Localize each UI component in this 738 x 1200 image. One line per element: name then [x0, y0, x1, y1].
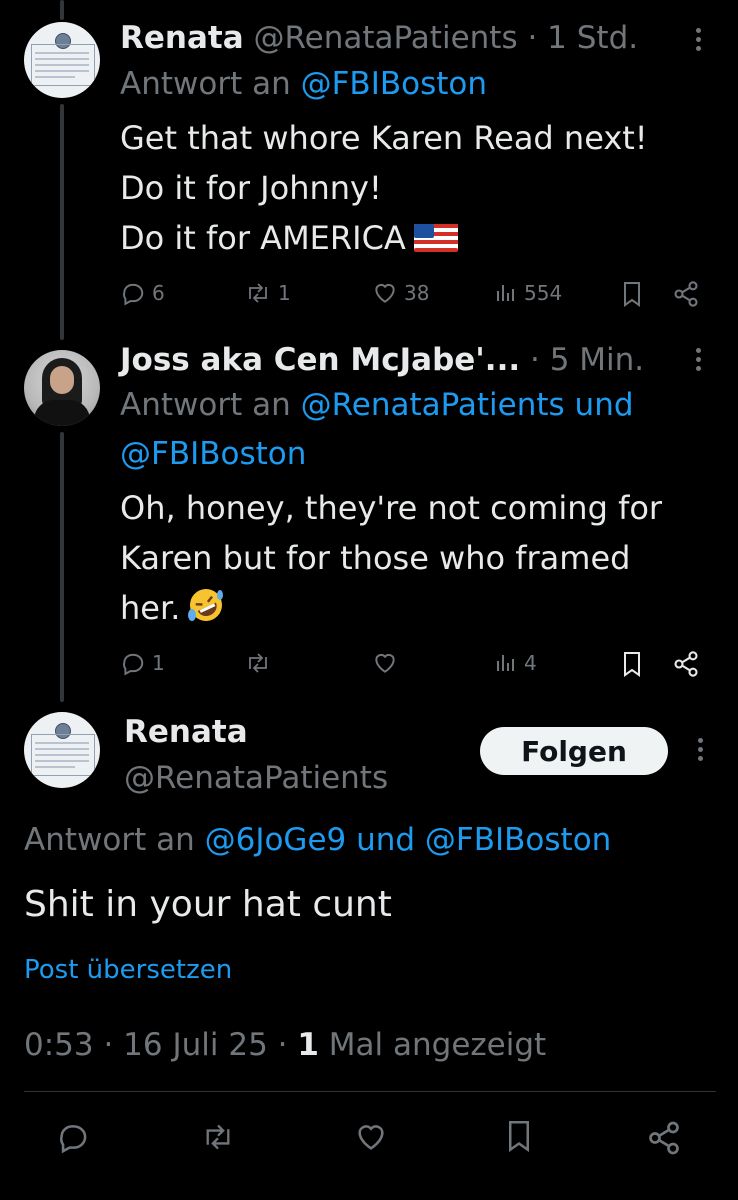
- post-line-text: Do it for AMERICA: [120, 219, 406, 257]
- share-icon[interactable]: [646, 1120, 682, 1156]
- avatar[interactable]: [24, 22, 100, 98]
- repost-count: 1: [278, 281, 291, 305]
- reply-icon: [123, 283, 144, 306]
- avatar[interactable]: [24, 712, 100, 788]
- reply-mention[interactable]: @6JoGe9 und @FBIBoston: [205, 822, 612, 858]
- post-text: Shit in your hat cunt: [24, 884, 392, 925]
- post-meta: 0:53 · 16 Juli 25 · 1 Mal angezeigt: [24, 1025, 546, 1065]
- views-button[interactable]: 4: [494, 650, 537, 676]
- reply-count: 6: [152, 281, 165, 305]
- post-header: Renata @RenataPatients · 1 Std.: [120, 18, 638, 58]
- divider: [24, 1091, 716, 1092]
- reply-button[interactable]: 1: [120, 650, 165, 676]
- reply-prefix: Antwort an: [120, 387, 291, 423]
- heart-icon[interactable]: [354, 1120, 388, 1154]
- author-name[interactable]: Renata: [120, 20, 244, 56]
- rofl-emoji-icon: [188, 589, 224, 621]
- heart-icon: [375, 653, 395, 673]
- reply-prefix: Antwort an: [120, 66, 291, 102]
- us-flag-icon: [413, 224, 458, 252]
- post-line: Do it for Johnny!: [120, 169, 382, 207]
- repost-button[interactable]: [244, 650, 272, 676]
- view-label: Mal angezeigt: [328, 1027, 547, 1063]
- author-name[interactable]: Renata: [124, 712, 248, 752]
- share-icon[interactable]: [672, 280, 700, 308]
- reply-button[interactable]: 6: [120, 280, 165, 306]
- like-button[interactable]: [372, 650, 398, 676]
- views-count: 554: [524, 281, 563, 305]
- repost-icon: [249, 283, 267, 303]
- repost-button[interactable]: 1: [244, 280, 291, 306]
- author-handle[interactable]: @RenataPatients: [124, 758, 388, 798]
- post-time[interactable]: · 1 Std.: [527, 20, 638, 56]
- post-line: Karen but for those who framed: [120, 539, 631, 577]
- repost-icon: [249, 653, 267, 673]
- views-button[interactable]: 554: [494, 280, 562, 306]
- more-icon[interactable]: [695, 28, 701, 51]
- post-line: Do it for AMERICA: [120, 213, 648, 263]
- like-count: 38: [404, 281, 430, 305]
- post-body: Oh, honey, they're not coming for Karen …: [120, 483, 662, 633]
- author-name[interactable]: Joss aka Cen McJabe'...: [120, 342, 520, 378]
- reply-icon: [123, 653, 144, 676]
- share-icon[interactable]: [672, 650, 700, 678]
- reply-context: Antwort an @6JoGe9 und @FBIBoston: [24, 820, 611, 860]
- views-icon: [497, 655, 514, 671]
- like-button[interactable]: 38: [372, 280, 429, 306]
- post-line: her.: [120, 583, 662, 633]
- post-timestamp[interactable]: 0:53 · 16 Juli 25 ·: [24, 1027, 288, 1063]
- post-time[interactable]: · 5 Min.: [530, 342, 644, 378]
- bookmark-icon[interactable]: [504, 1118, 534, 1154]
- heart-icon: [375, 283, 395, 303]
- reply-mention[interactable]: @FBIBoston: [120, 434, 306, 474]
- repost-icon[interactable]: [200, 1120, 236, 1154]
- bookmark-icon[interactable]: [620, 650, 644, 678]
- reply-prefix: Antwort an: [24, 822, 195, 858]
- views-icon: [497, 285, 514, 301]
- thread-line-2: [60, 432, 64, 702]
- post-header: Joss aka Cen McJabe'... · 5 Min.: [120, 340, 644, 380]
- more-icon[interactable]: [695, 348, 701, 371]
- reply-mention[interactable]: @RenataPatients und: [301, 387, 634, 423]
- reply-context: Antwort an @FBIBoston: [120, 64, 487, 104]
- post-line: Oh, honey, they're not coming for: [120, 489, 663, 527]
- view-count: 1: [297, 1027, 319, 1063]
- thread-line-1: [60, 104, 64, 340]
- reply-context: Antwort an @RenataPatients und: [120, 385, 634, 425]
- avatar[interactable]: [24, 350, 100, 426]
- more-icon[interactable]: [697, 738, 703, 761]
- post-line-text: her.: [120, 589, 181, 627]
- reply-icon[interactable]: [56, 1120, 90, 1154]
- views-count: 4: [524, 651, 537, 675]
- bookmark-icon[interactable]: [620, 280, 644, 308]
- author-handle[interactable]: @RenataPatients: [253, 20, 517, 56]
- reply-mention[interactable]: @FBIBoston: [301, 66, 487, 102]
- post-line: Get that whore Karen Read next!: [120, 119, 648, 157]
- reply-count: 1: [152, 651, 165, 675]
- thread-line-top: [60, 0, 64, 20]
- post-body: Get that whore Karen Read next! Do it fo…: [120, 113, 648, 263]
- translate-link[interactable]: Post übersetzen: [24, 952, 232, 988]
- follow-button[interactable]: Folgen: [480, 727, 668, 775]
